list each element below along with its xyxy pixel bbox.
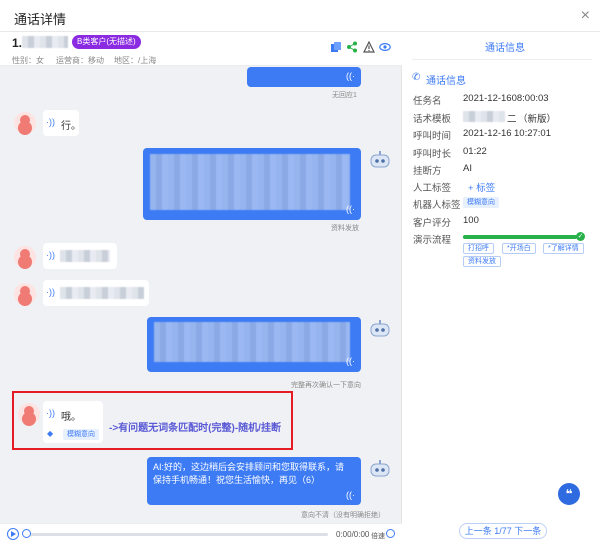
redacted-text [150, 154, 350, 210]
customer-avatar [18, 403, 40, 425]
phone-icon: ✆ [412, 72, 421, 83]
customer-phone: 1. [12, 36, 23, 50]
share-icon[interactable] [346, 41, 358, 53]
customer-avatar [14, 112, 36, 134]
bot-tag: 无回应1 [332, 92, 357, 99]
label-flow: 演示流程 [413, 235, 452, 246]
dialog-title: 通话详情 [14, 12, 67, 27]
robot-avatar [370, 460, 390, 477]
pager-text[interactable]: 上一条 1/77 下一条 [465, 526, 542, 536]
value-template-prefix: 二 [507, 114, 517, 125]
robot-avatar [370, 151, 390, 168]
bot-tag: 完整再次确认一下意向 [291, 382, 361, 389]
customer-operator: 运营商：移动 [56, 56, 104, 65]
customer-region: 地区：/上海 [114, 56, 157, 65]
label-call-time: 呼叫时间 [413, 131, 452, 142]
customer-gender: 性别：女 [12, 56, 44, 65]
details-panel [402, 32, 600, 547]
voice-icon[interactable]: ((· [346, 356, 355, 366]
value-call-time: 10:27:01 [514, 128, 551, 139]
speed-label[interactable]: 倍速 [371, 531, 385, 541]
dialog-header [0, 0, 600, 32]
flow-chip[interactable]: 打招呼 [463, 243, 494, 254]
customer-avatar [14, 246, 36, 268]
robot-tag-chip: 模糊意向 [463, 197, 499, 208]
flow-progress-fill [463, 235, 577, 239]
voice-icon[interactable]: ((· [346, 204, 355, 214]
voice-icon[interactable]: ·)) [46, 250, 55, 260]
pager: 上一条 1/77 下一条 [459, 523, 547, 539]
redacted-text [60, 250, 110, 262]
user-message-text: 哦。 [61, 412, 81, 423]
copy-icon[interactable] [330, 41, 342, 53]
match-annotation: ->有问题无词条匹配时(完整)-随机/挂断 [109, 423, 281, 434]
value-call-date: 2021-12-16 [463, 128, 512, 139]
label-task-name: 任务名 [413, 96, 442, 107]
check-icon: ✓ [576, 232, 585, 241]
close-icon[interactable]: × [581, 7, 590, 25]
voice-icon[interactable]: ·)) [46, 117, 55, 127]
value-score: 100 [463, 215, 479, 226]
template-redacted [463, 111, 505, 122]
bot-message-text: AI:好的，这边稍后会安排顾问和您取得联系，请保持手机畅通！祝您生活愉快，再见（… [153, 462, 345, 485]
flow-progress-track [463, 235, 577, 239]
label-hangup: 挂断方 [413, 166, 442, 177]
player-time: 0:00/0:00 [336, 530, 370, 539]
label-manual-tag: 人工标签 [413, 183, 452, 194]
progress-track[interactable] [24, 533, 328, 536]
bot-message-1 [247, 67, 361, 87]
eye-icon[interactable] [379, 41, 391, 53]
warning-icon[interactable] [363, 41, 375, 53]
value-template: （新版） [518, 114, 557, 125]
value-task-name: 2021-12-1608:00:03 [463, 93, 549, 104]
value-duration: 01:22 [463, 146, 487, 157]
bot-tag: 资料发放 [331, 225, 359, 232]
value-hangup: AI [463, 163, 472, 174]
flow-chip[interactable]: *了解详情 [543, 243, 584, 254]
bot-tag: 意向不清（没有明确拒绝） [301, 512, 385, 519]
section-title: 通话信息 [426, 76, 466, 87]
tab-divider [412, 59, 592, 60]
user-message-text: 行。 [61, 121, 81, 132]
tag-icon: ◆ [47, 429, 54, 438]
label-duration: 呼叫时长 [413, 149, 452, 160]
redacted-text [154, 322, 350, 362]
quote-button[interactable]: ❝ [558, 483, 580, 505]
label-score: 客户评分 [413, 218, 452, 229]
customer-avatar [14, 283, 36, 305]
play-triangle [11, 531, 16, 537]
robot-avatar [370, 320, 390, 337]
phone-redacted [22, 36, 68, 48]
customer-class-badge: B类客户(无描述) [72, 35, 141, 49]
voice-icon[interactable]: ((· [346, 490, 355, 500]
label-template: 话术模板 [413, 114, 452, 125]
tab-call-info[interactable]: 通话信息 [485, 39, 525, 54]
voice-icon[interactable]: ·)) [46, 408, 55, 418]
flow-chip[interactable]: *开场白 [502, 243, 536, 254]
flow-chip[interactable]: 资料发放 [463, 256, 501, 267]
intent-tag: 模糊意向 [63, 429, 99, 440]
redacted-text [60, 287, 144, 299]
voice-icon[interactable]: ((· [346, 71, 355, 81]
progress-handle[interactable] [22, 529, 31, 538]
add-tag-button[interactable]: + 标签 [468, 180, 495, 194]
label-robot-tag: 机器人标签 [413, 200, 461, 211]
speed-icon[interactable] [386, 529, 395, 538]
voice-icon[interactable]: ·)) [46, 287, 55, 297]
